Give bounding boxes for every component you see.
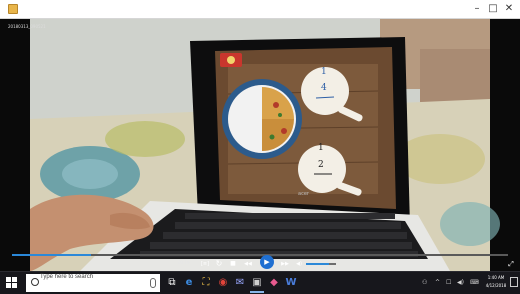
search-input[interactable]: Type here to search xyxy=(40,274,93,292)
player-controls: 00:19 [≡] ↻ ■ ◀◀ ▶ ▶▶ ◀) ⤢ xyxy=(0,255,520,270)
volume-level xyxy=(306,263,329,265)
speaker-icon[interactable]: ◀) xyxy=(457,276,464,290)
minimize-button[interactable]: – xyxy=(470,2,484,16)
clock-time: 1:40 AM xyxy=(487,275,505,280)
fraction-top-numerator: 1 xyxy=(321,67,327,77)
title-bar: – □ ✕ xyxy=(0,0,520,19)
photos-app-icon xyxy=(8,4,18,14)
play-icon[interactable]: ▶ xyxy=(260,255,274,269)
seek-bar-progress xyxy=(12,254,92,256)
subtitles-icon[interactable]: [≡] xyxy=(197,259,213,269)
fraction-bottom-denominator: 2 xyxy=(318,160,324,170)
store-icon[interactable]: ⛶ xyxy=(199,276,213,290)
fraction-top-denominator: 4 xyxy=(321,83,327,93)
volume-slider[interactable] xyxy=(306,263,336,265)
volume-icon[interactable]: ◀) xyxy=(294,259,304,269)
chevron-up-icon[interactable]: ^ xyxy=(435,276,440,290)
notifications-icon[interactable] xyxy=(510,277,518,287)
photos-icon[interactable]: ▣ xyxy=(250,276,264,290)
fullscreen-icon[interactable]: ⤢ xyxy=(506,259,516,269)
microphone-icon[interactable] xyxy=(150,278,156,288)
clock-date: 4/12/2018 xyxy=(485,283,507,288)
video-filename: 20180313_090521 xyxy=(8,24,46,29)
media-player-icon[interactable]: ◆ xyxy=(267,276,281,290)
network-icon[interactable]: ☐ xyxy=(446,276,451,290)
active-app-indicator xyxy=(250,291,264,293)
edge-icon[interactable]: e xyxy=(182,276,196,290)
mail-icon[interactable]: ✉ xyxy=(233,276,247,290)
fraction-bottom-numerator: 1 xyxy=(318,143,324,153)
close-button[interactable]: ✕ xyxy=(502,2,516,16)
rewind-icon[interactable]: ◀◀ xyxy=(241,259,255,269)
task-view-icon[interactable]: ⧉ xyxy=(165,276,179,290)
video-player[interactable]: 20180313_090521 1 4 1 2 acer 00:19 [≡] ↻… xyxy=(0,19,520,271)
keyboard-icon[interactable]: ⌨ xyxy=(470,276,479,290)
start-icon[interactable] xyxy=(6,277,18,289)
fast-forward-icon[interactable]: ▶▶ xyxy=(278,259,292,269)
search-box[interactable]: Type here to search xyxy=(26,274,160,292)
maximize-button[interactable]: □ xyxy=(486,2,500,16)
search-icon xyxy=(31,278,39,286)
video-frame xyxy=(0,19,520,271)
stop-icon[interactable]: ■ xyxy=(228,259,238,269)
clock[interactable]: 1:40 AM 4/12/2018 xyxy=(484,274,508,290)
seek-bar[interactable] xyxy=(12,254,508,256)
chrome-icon[interactable]: ◉ xyxy=(216,276,230,290)
laptop-brand-logo: acer xyxy=(298,191,309,197)
people-icon[interactable]: ⚇ xyxy=(422,276,427,290)
loop-icon[interactable]: ↻ xyxy=(214,259,224,269)
word-icon[interactable]: W xyxy=(284,276,298,290)
elapsed-time: 00:19 xyxy=(178,260,190,265)
taskbar: Type here to search ⧉ e ⛶ ◉ ✉ ▣ ◆ W ⚇ ^ … xyxy=(0,271,520,294)
